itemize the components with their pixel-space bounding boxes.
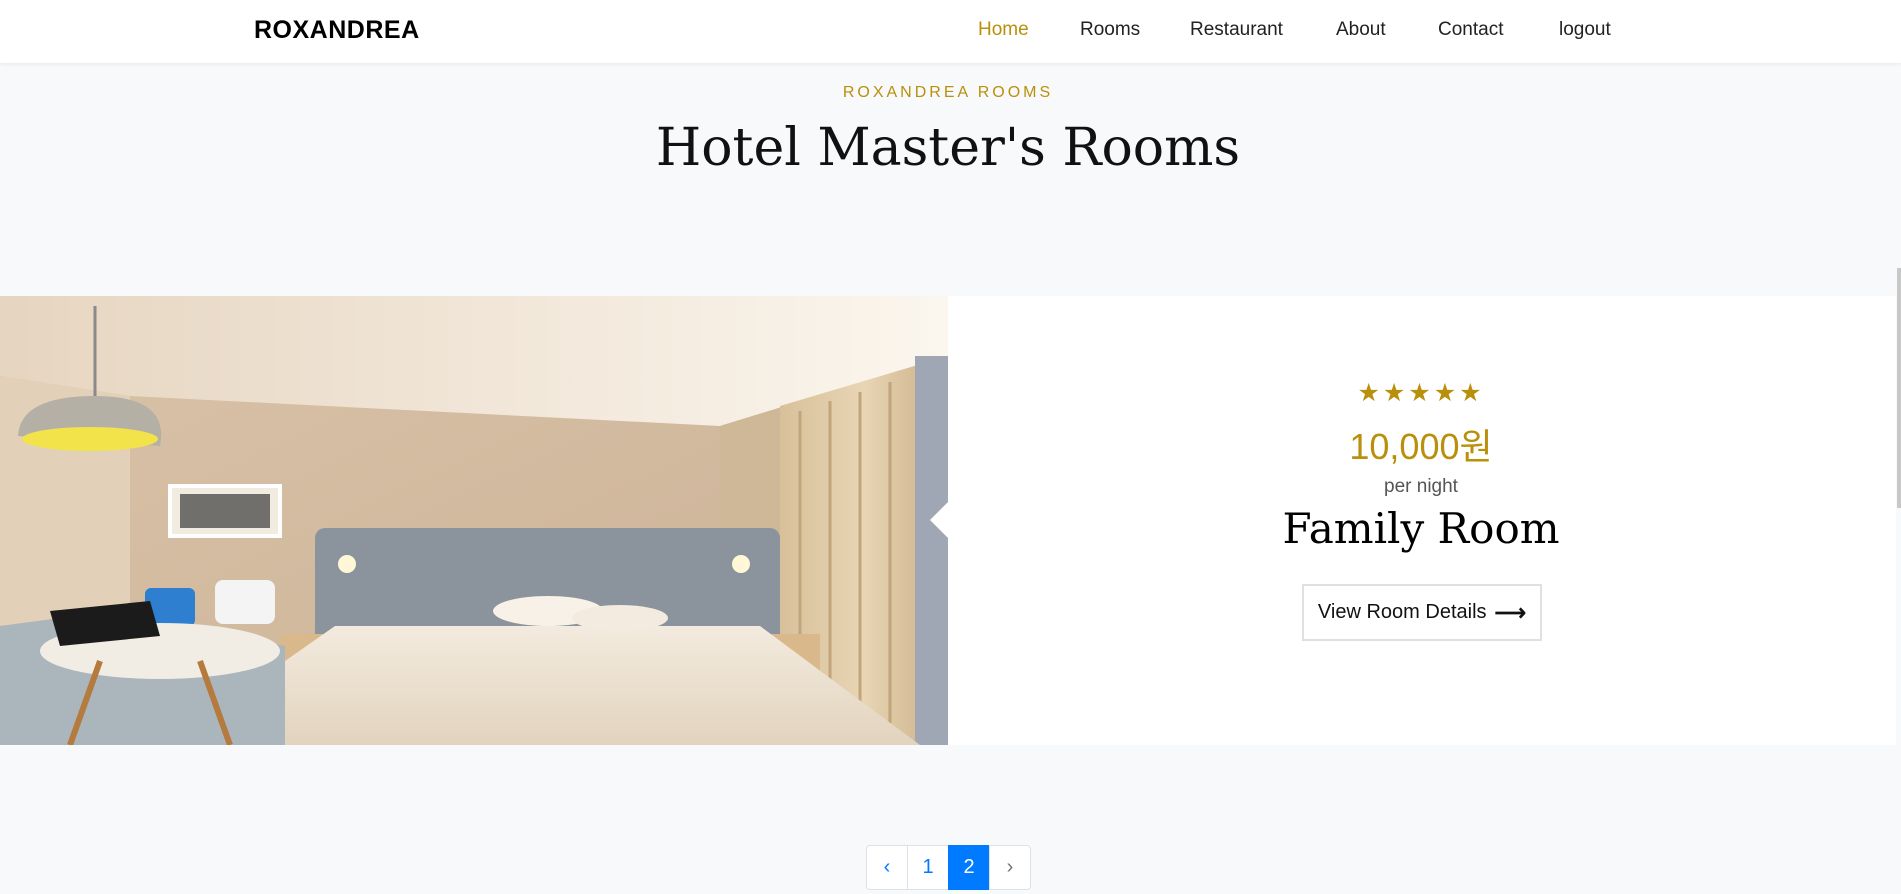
pagination-page-1[interactable]: 1 [907,845,949,890]
room-photo-image [0,296,948,745]
price-unit: per night [1384,476,1458,497]
page-title: Hotel Master's Rooms [655,118,1241,178]
top-navbar: ROXANDREA Home Rooms Restaurant About Co… [0,0,1901,63]
room-price: 10,000원 [1349,426,1493,467]
scrollbar-thumb[interactable] [1897,268,1901,508]
nav-logout[interactable]: logout [1559,0,1611,63]
nav-contact[interactable]: Contact [1438,0,1503,63]
pagination-page-2[interactable]: 2 [948,845,990,890]
pagination: ‹ 1 2 › [866,845,1031,890]
arrow-right-icon: ⟶ [1494,599,1527,625]
details-button-label: View Room Details [1317,601,1487,623]
pagination-prev[interactable]: ‹ [866,845,908,890]
nav-home[interactable]: Home [978,0,1029,63]
room-photo[interactable] [0,296,948,745]
pagination-next[interactable]: › [989,845,1031,890]
view-room-details-button[interactable]: View Room Details ⟶ [1302,584,1542,641]
star-rating: ★★★★★ [1357,379,1485,407]
nav-rooms[interactable]: Rooms [1080,0,1140,63]
section-subtitle: ROXANDREA ROOMS [842,84,1054,101]
brand-logo[interactable]: ROXANDREA [254,0,420,63]
room-card: ★★★★★ 10,000원 per night Family Room View… [0,296,1896,745]
card-pointer [930,502,948,538]
nav-restaurant[interactable]: Restaurant [1190,0,1283,63]
room-name: Family Room [1282,504,1560,553]
nav-about[interactable]: About [1336,0,1386,63]
